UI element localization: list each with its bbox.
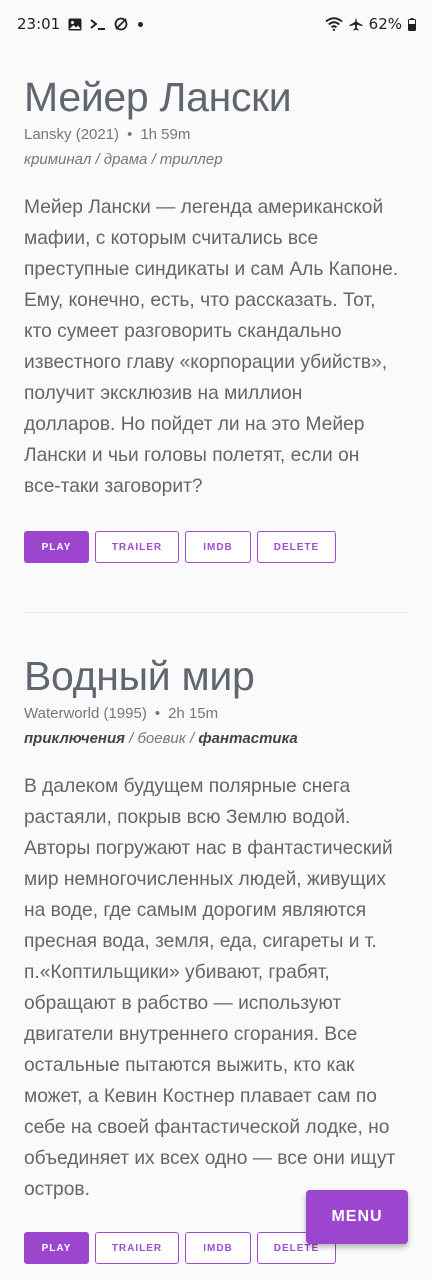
- imdb-button[interactable]: IMDB: [185, 531, 251, 563]
- wifi-icon: [325, 17, 343, 31]
- movie-card: Мейер Лански Lansky (2021) • 1h 59m кримин…: [24, 73, 408, 502]
- genre-tag: драма: [103, 151, 148, 168]
- movie-divider: [24, 612, 408, 613]
- delete-button[interactable]: DELETE: [257, 531, 336, 563]
- genre-tag: фантастика: [198, 730, 298, 747]
- movie-description: В далеком будущем полярные снега растаял…: [24, 776, 396, 1200]
- status-time: 23:01: [17, 15, 61, 33]
- status-right: 62%: [325, 15, 416, 33]
- movie-original-title: Waterworld (1995): [24, 705, 147, 722]
- status-bar: 23:01 62%: [0, 0, 432, 48]
- terminal-icon: [90, 18, 106, 30]
- dot-icon: [138, 21, 144, 27]
- movie-card: Водный мир Waterworld (1995) • 2h 15m прик…: [24, 652, 408, 1205]
- movie-actions: PLAY TRAILER IMDB DELETE: [24, 1232, 336, 1264]
- movie-genres: приключения / боевик / фантастика: [24, 730, 298, 747]
- imdb-button[interactable]: IMDB: [185, 1232, 251, 1264]
- movie-actions: PLAY TRAILER IMDB DELETE: [24, 531, 336, 563]
- battery-percent: 62%: [368, 15, 402, 33]
- status-left: 23:01: [17, 15, 144, 33]
- movie-meta: Lansky (2021) • 1h 59m: [24, 125, 408, 145]
- movie-meta: Waterworld (1995) • 2h 15m: [24, 704, 408, 724]
- trailer-button[interactable]: TRAILER: [95, 531, 179, 563]
- genre-tag: триллер: [159, 151, 223, 168]
- movie-title: Водный мир: [24, 653, 255, 699]
- airplane-icon: [349, 17, 363, 31]
- play-button[interactable]: PLAY: [24, 531, 89, 563]
- sync-off-icon: [114, 17, 128, 31]
- movie-description: Мейер Лански — легенда американской мафи…: [24, 197, 399, 497]
- movie-duration: 2h 15m: [168, 705, 219, 722]
- genre-tag: боевик: [137, 730, 186, 747]
- meta-separator: •: [127, 126, 133, 143]
- meta-separator: •: [154, 705, 161, 722]
- movie-title: Мейер Лански: [24, 74, 292, 120]
- play-button[interactable]: PLAY: [24, 1232, 89, 1264]
- image-icon: [68, 18, 82, 31]
- genre-tag: приключения: [24, 730, 125, 747]
- movie-duration: 1h 59m: [140, 126, 191, 143]
- battery-icon: [408, 17, 416, 31]
- menu-button[interactable]: MENU: [306, 1190, 408, 1244]
- movie-genres: криминал / драма / триллер: [24, 151, 223, 168]
- movie-original-title: Lansky (2021): [24, 126, 120, 143]
- trailer-button[interactable]: TRAILER: [95, 1232, 179, 1264]
- genre-tag: криминал: [24, 151, 92, 168]
